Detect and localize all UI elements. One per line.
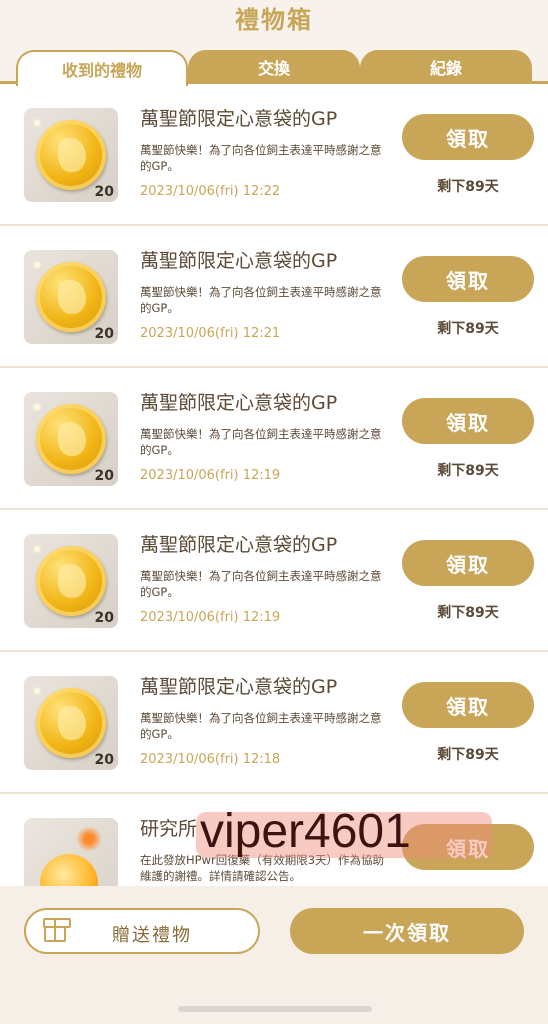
gift-description: 萬聖節快樂！為了向各位飼主表達平時感謝之意的GP。 xyxy=(140,569,382,599)
home-indicator[interactable] xyxy=(178,1006,372,1012)
sparkle-icon xyxy=(32,544,42,554)
gift-quantity: 20 xyxy=(94,610,114,626)
gift-date: 2023/10/06(fri) 12:18 xyxy=(140,752,281,767)
gift-row: 20 萬聖節限定心意袋的GP 萬聖節快樂！為了向各位飼主表達平時感謝之意的GP。… xyxy=(0,368,548,510)
gp-coin-icon xyxy=(36,546,106,616)
gift-thumbnail: 20 xyxy=(24,108,118,202)
sparkle-icon xyxy=(32,260,42,270)
gift-quantity: 20 xyxy=(94,184,114,200)
gift-date: 2023/10/06(fri) 12:21 xyxy=(140,326,281,341)
gift-thumbnail xyxy=(24,818,118,886)
days-remaining: 剩下89天 xyxy=(437,747,499,763)
gift-row: 20 萬聖節限定心意袋的GP 萬聖節快樂！為了向各位飼主表達平時感謝之意的GP。… xyxy=(0,84,548,226)
gift-box-icon xyxy=(43,918,71,942)
gift-list[interactable]: 20 萬聖節限定心意袋的GP 萬聖節快樂！為了向各位飼主表達平時感謝之意的GP。… xyxy=(0,84,548,886)
gift-name: 萬聖節限定心意袋的GP xyxy=(140,676,338,698)
tab-bar: 收到的禮物 交換 紀錄 xyxy=(0,48,548,86)
gift-date: 2023/10/06(fri) 12:22 xyxy=(140,184,281,199)
gift-description: 萬聖節快樂！為了向各位飼主表達平時感謝之意的GP。 xyxy=(140,711,382,741)
gift-row: 20 萬聖節限定心意袋的GP 萬聖節快樂！為了向各位飼主表達平時感謝之意的GP。… xyxy=(0,226,548,368)
tab-exchange[interactable]: 交換 xyxy=(188,50,360,84)
sparkle-icon xyxy=(32,402,42,412)
gift-description: 萬聖節快樂！為了向各位飼主表達平時感謝之意的GP。 xyxy=(140,427,382,457)
sparkle-icon xyxy=(32,118,42,128)
claim-button[interactable]: 領取 xyxy=(402,398,534,444)
claim-all-button[interactable]: 一次領取 xyxy=(290,908,524,954)
page-title: 禮物箱 xyxy=(235,6,313,34)
sparkle-icon xyxy=(32,686,42,696)
gift-name: 萬聖節限定心意袋的GP xyxy=(140,534,338,556)
gift-thumbnail: 20 xyxy=(24,392,118,486)
tab-history[interactable]: 紀錄 xyxy=(360,50,532,84)
gift-name: 研究所 xyxy=(140,818,198,840)
potion-bomb-icon xyxy=(40,854,98,886)
gift-description: 萬聖節快樂！為了向各位飼主表達平時感謝之意的GP。 xyxy=(140,143,382,173)
gift-row: 20 萬聖節限定心意袋的GP 萬聖節快樂！為了向各位飼主表達平時感謝之意的GP。… xyxy=(0,510,548,652)
gift-thumbnail: 20 xyxy=(24,250,118,344)
watermark-text: viper4601 xyxy=(200,805,411,858)
send-gift-label: 贈送禮物 xyxy=(112,925,192,946)
gift-quantity: 20 xyxy=(94,752,114,768)
claim-button[interactable]: 領取 xyxy=(402,682,534,728)
gift-quantity: 20 xyxy=(94,326,114,342)
spark-icon xyxy=(76,826,102,852)
gp-coin-icon xyxy=(36,120,106,190)
gift-name: 萬聖節限定心意袋的GP xyxy=(140,392,338,414)
days-remaining: 剩下89天 xyxy=(437,321,499,337)
gift-date: 2023/10/06(fri) 12:19 xyxy=(140,610,281,625)
footer-bar: 贈送禮物 一次領取 xyxy=(0,886,548,1024)
days-remaining: 剩下89天 xyxy=(437,179,499,195)
gp-coin-icon xyxy=(36,404,106,474)
gift-name: 萬聖節限定心意袋的GP xyxy=(140,250,338,272)
days-remaining: 剩下89天 xyxy=(437,463,499,479)
tab-received-gifts[interactable]: 收到的禮物 xyxy=(16,50,188,86)
claim-button[interactable]: 領取 xyxy=(402,114,534,160)
gift-row: 20 萬聖節限定心意袋的GP 萬聖節快樂！為了向各位飼主表達平時感謝之意的GP。… xyxy=(0,652,548,794)
gp-coin-icon xyxy=(36,688,106,758)
claim-button[interactable]: 領取 xyxy=(402,256,534,302)
gift-name: 萬聖節限定心意袋的GP xyxy=(140,108,338,130)
gift-description: 萬聖節快樂！為了向各位飼主表達平時感謝之意的GP。 xyxy=(140,285,382,315)
claim-button[interactable]: 領取 xyxy=(402,540,534,586)
gift-date: 2023/10/06(fri) 12:19 xyxy=(140,468,281,483)
gift-thumbnail: 20 xyxy=(24,676,118,770)
gp-coin-icon xyxy=(36,262,106,332)
send-gift-button[interactable]: 贈送禮物 xyxy=(24,908,260,954)
gift-quantity: 20 xyxy=(94,468,114,484)
gift-thumbnail: 20 xyxy=(24,534,118,628)
days-remaining: 剩下89天 xyxy=(437,605,499,621)
